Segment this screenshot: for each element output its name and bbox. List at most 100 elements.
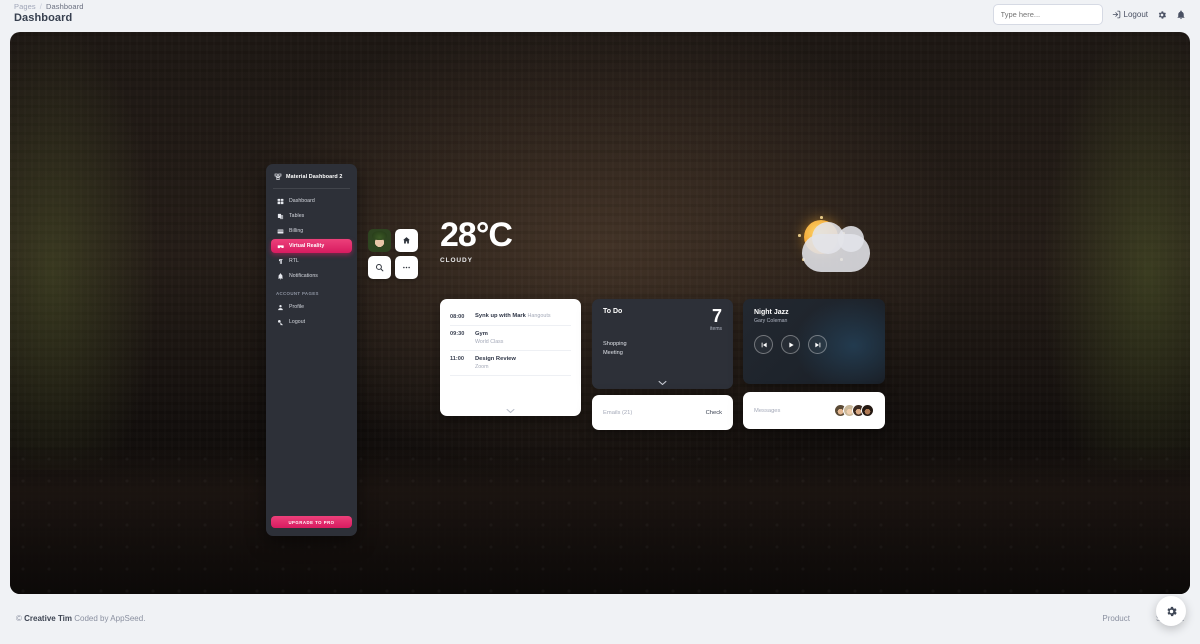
todo-expand-button[interactable] [592,380,733,386]
quick-controls-row-top [368,229,418,252]
messages-card: Messages [743,392,885,429]
page-title: Dashboard [14,12,73,24]
search-input[interactable] [992,4,1103,25]
logout-icon [1112,10,1121,19]
event-body: Design Review Zoom [475,356,516,370]
vr-sidebar: Material Dashboard 2 Dashboard Tables Bi… [266,164,357,536]
sidebar-item-rtl[interactable]: RTL [271,254,352,268]
previous-icon [760,341,768,349]
sidebar-item-label: Virtual Reality [289,243,325,249]
upgrade-to-pro-button[interactable]: UPGRADE TO PRO [271,516,352,528]
messages-avatar-group[interactable] [834,404,874,417]
track-title: Night Jazz [754,309,789,316]
quick-controls-row-bottom [368,256,418,279]
next-icon [814,341,822,349]
avatar[interactable] [368,229,391,252]
sidebar-brand[interactable]: Material Dashboard 2 [271,171,352,187]
navbar-actions: Logout [992,2,1186,25]
cloud-shape [802,222,870,272]
previous-button[interactable] [754,335,773,354]
sidebar-item-tables[interactable]: Tables [271,209,352,223]
more-icon [402,263,411,272]
music-player-card: Night Jazz Gary Coleman [743,299,885,384]
home-button[interactable] [395,229,418,252]
sun-behind-cloud-icon [796,216,876,276]
top-navbar: Pages / Dashboard Dashboard Logout [0,0,1200,30]
sidebar-item-label: RTL [289,258,299,264]
sidebar-item-dashboard[interactable]: Dashboard [271,194,352,208]
schedule-expand-button[interactable] [440,408,581,414]
chevron-down-icon [506,408,515,414]
breadcrumb-root[interactable]: Pages [14,2,36,11]
sidebar-item-billing[interactable]: Billing [271,224,352,238]
play-button[interactable] [781,335,800,354]
event-meta: Hangouts [527,313,551,319]
footer-copyright: © Creative Tim Coded by AppSeed. [16,614,145,623]
settings-fab-button[interactable] [1156,596,1186,626]
sidebar-item-label: Dashboard [289,198,315,204]
couch-decoration [10,447,1190,594]
footer-link-product[interactable]: Product [1102,614,1130,623]
event-time: 09:30 [450,331,465,337]
search-button[interactable] [368,256,391,279]
todo-header: To Do 7 items [603,307,722,332]
sidebar-divider [273,188,350,189]
event-body: Gym World Class [475,331,503,345]
vr-icon [276,242,284,250]
event-subtitle: Zoom [475,363,489,370]
emails-card: Emails (21) Check [592,395,733,430]
list-item[interactable]: Shopping [603,341,722,347]
temperature-value: 28°C [440,216,513,254]
emails-label: Emails (21) [603,409,633,416]
dashboard-icon [276,197,284,205]
messages-label: Messages [754,407,781,414]
breadcrumb: Pages / Dashboard Dashboard [14,2,84,24]
event-title: Design Review [475,355,516,362]
sun-ray [820,216,823,219]
event-title: Gym [475,330,488,337]
bell-icon [276,272,284,280]
event-title-text: Synk up with Mark [475,313,526,319]
sidebar-section-label: ACCOUNT PAGES [276,291,319,296]
event-time: 11:00 [450,356,464,362]
search-icon [375,263,384,272]
schedule-event[interactable]: 08:00 Synk up with Mark Hangouts [450,308,571,326]
todo-title: To Do [603,308,623,315]
billing-icon [276,227,284,235]
sidebar-item-label: Tables [289,213,305,219]
play-icon [787,341,795,349]
schedule-card: 08:00 Synk up with Mark Hangouts 09:30 G… [440,299,581,416]
footer: © Creative Tim Coded by AppSeed. Product… [0,594,1200,642]
weather-widget: 28°C CLOUDY [440,216,513,264]
schedule-event[interactable]: 11:00 Design Review Zoom [450,351,571,376]
emails-check-button[interactable]: Check [706,410,722,416]
track-artist: Gary Coleman [754,318,788,324]
event-title: Synk up with Mark Hangouts [475,313,551,319]
logout-button[interactable]: Logout [1112,10,1148,19]
chevron-down-icon [658,380,667,386]
gear-icon [1165,605,1178,618]
sidebar-item-logout[interactable]: Logout [271,315,352,329]
todo-card: To Do 7 items Shopping Meeting [592,299,733,389]
sidebar-item-label: Notifications [289,273,318,279]
settings-gear-icon[interactable] [1157,10,1167,20]
more-button[interactable] [395,256,418,279]
list-item[interactable]: Meeting [603,350,722,356]
sidebar-menu: Dashboard Tables Billing Virtual Reality [271,194,352,329]
sidebar-item-virtual-reality[interactable]: Virtual Reality [271,239,352,253]
footer-brand[interactable]: Creative Tim [24,614,72,623]
avatar[interactable] [861,404,874,417]
grass-right-decoration [980,32,1190,471]
next-button[interactable] [808,335,827,354]
copyright-symbol: © [16,613,22,623]
sidebar-item-profile[interactable]: Profile [271,300,352,314]
sidebar-item-label: Profile [289,304,305,310]
sidebar-item-label: Logout [289,319,306,325]
rtl-icon [276,257,284,265]
schedule-event[interactable]: 09:30 Gym World Class [450,326,571,351]
quick-controls [368,229,418,279]
sidebar-item-label: Billing [289,228,304,234]
sidebar-item-notifications[interactable]: Notifications [271,269,352,283]
grass-left-decoration [10,32,220,471]
notifications-bell-icon[interactable] [1176,10,1186,20]
